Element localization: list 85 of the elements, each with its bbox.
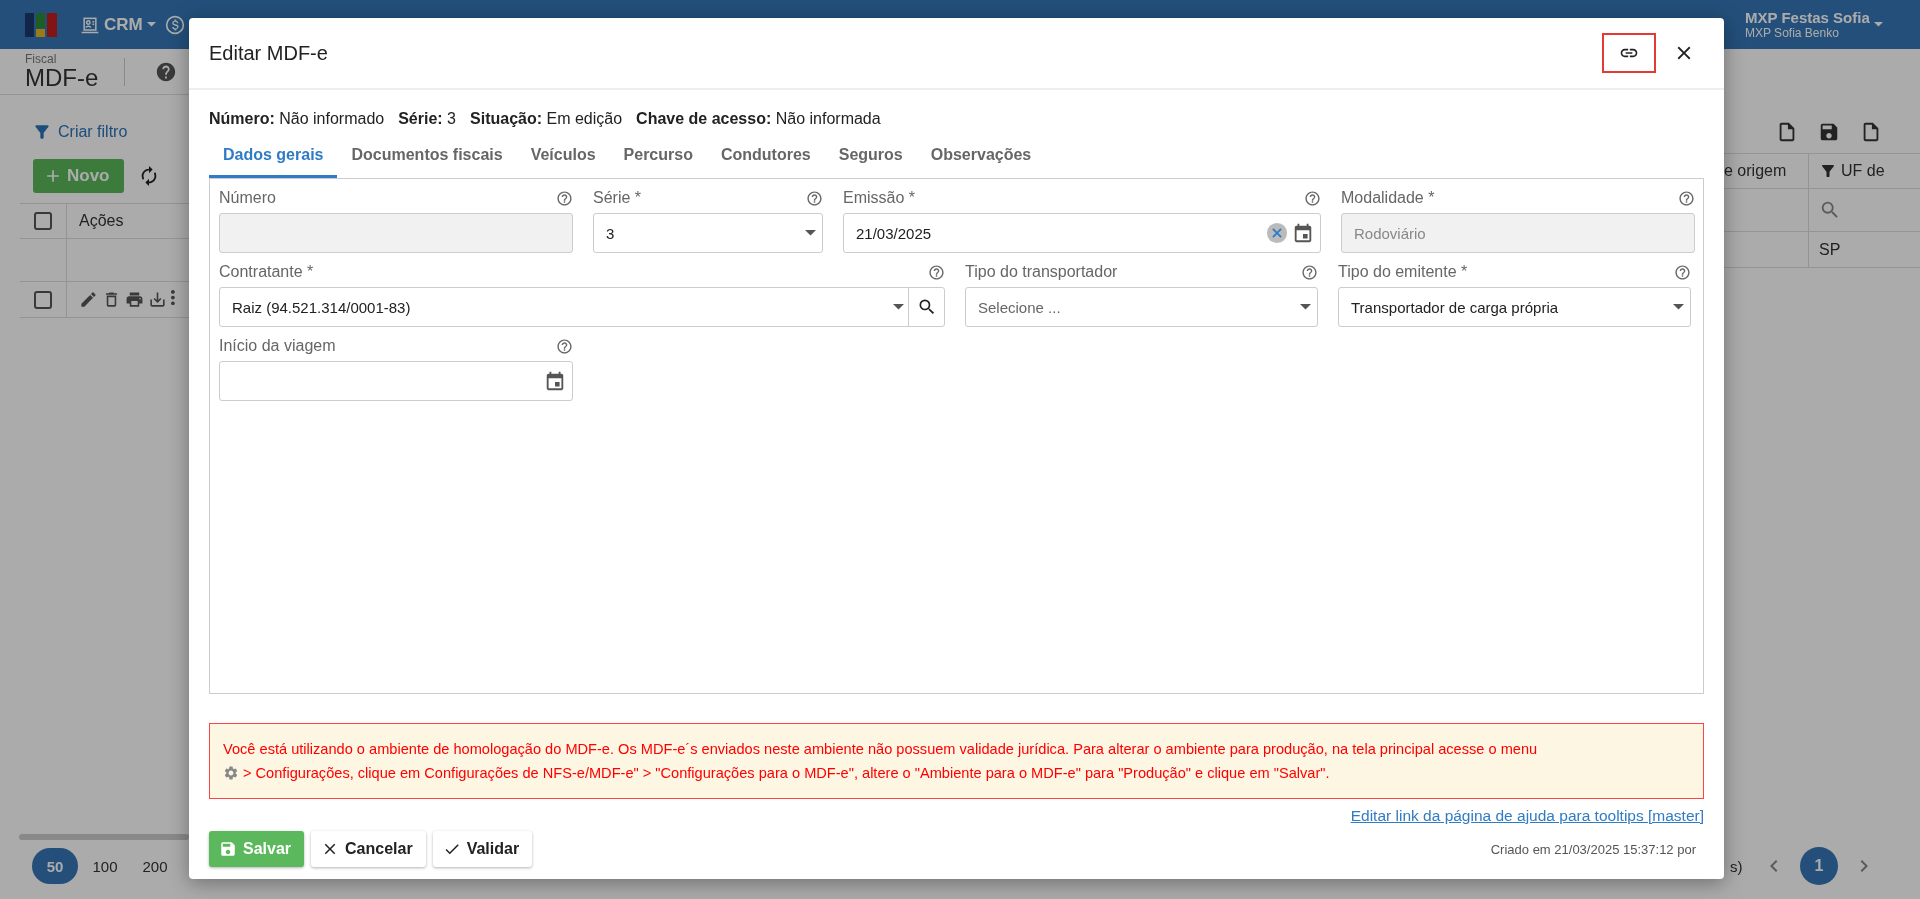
page-size-option[interactable]: 100 (82, 848, 128, 884)
help-icon (1674, 263, 1691, 281)
field-placeholder: Selecione ... (978, 298, 1062, 316)
date-field[interactable] (219, 361, 573, 401)
page-size-option[interactable]: 50 (32, 848, 78, 884)
field-label: Início da viagem (219, 337, 336, 355)
kebab-menu-icon (171, 290, 175, 306)
dropdown-caret-icon (893, 304, 904, 310)
dropdown-caret-icon (1673, 304, 1684, 310)
field-label: Emissão * (843, 189, 916, 207)
help-icon (928, 263, 945, 281)
select-field[interactable]: Transportador de carga própria (1338, 287, 1691, 327)
date-field[interactable]: 21/03/2025 (843, 213, 1321, 253)
tab[interactable]: Veículos (516, 134, 610, 178)
field-label: Modalidade * (1341, 189, 1435, 207)
save-icon (219, 840, 237, 858)
calendar-icon (544, 370, 566, 392)
cancel-button[interactable]: Cancelar (311, 831, 426, 867)
tab[interactable]: Observações (916, 134, 1046, 178)
help-link[interactable]: Editar link da página de ajuda para tooltips [master] (1350, 807, 1704, 825)
alert-text: Você está utilizando o ambiente de homologação do MDF-e. Os MDF-e´s enviados neste ambiente não possuem validade jurídica. Para alterar o ambiente para produção, na tela principal acesse o menu (223, 740, 1539, 759)
scrollbar[interactable] (19, 834, 189, 840)
help-icon (556, 189, 573, 207)
field-label: Série * (593, 189, 642, 207)
link-button[interactable] (1602, 33, 1656, 73)
help-icon (806, 189, 823, 207)
checkbox[interactable] (34, 290, 52, 309)
page-summary: s) (1730, 857, 1744, 875)
page-button[interactable]: 1 (1800, 847, 1838, 885)
printer-icon (125, 290, 144, 309)
clear-icon[interactable] (1266, 222, 1288, 244)
validate-button[interactable]: Validar (432, 831, 533, 867)
created-timestamp: Criado em 21/03/2025 15:37:12 por (1490, 841, 1696, 857)
alert-text: > Configurações, clique em Configurações de NFS-e/MDF-e" > "Configurações para o MDF-e", altere o "Ambiente para o MDF-e" para "Produção" e clique em "Salvar". (243, 764, 1330, 783)
help-icon (1678, 189, 1695, 207)
field-value: Rodoviário (1354, 224, 1427, 242)
pencil-icon (79, 290, 98, 309)
gear-icon (223, 765, 239, 781)
tab[interactable]: Dados gerais (209, 134, 338, 178)
crm-menu[interactable]: CRM (80, 14, 156, 35)
column-header: UF de (1841, 162, 1885, 180)
field-label: Contratante * (219, 263, 314, 281)
tab[interactable]: Seguros (824, 134, 917, 178)
info-item: Série: 3 (398, 110, 456, 128)
info-item: Número: Não informado (209, 110, 385, 128)
dollar-icon (163, 13, 186, 36)
breadcrumb: Fiscal (25, 52, 58, 65)
create-filter-link[interactable]: Criar filtro (58, 123, 128, 141)
caret-icon (146, 22, 156, 27)
dialog-title: Editar MDF-e (209, 41, 328, 65)
search-icon (1819, 199, 1841, 221)
info-item: Chave de acesso: Não informada (636, 110, 881, 128)
field-value: 21/03/2025 (856, 224, 933, 242)
field-label: Tipo do emitente * (1338, 263, 1468, 281)
tab[interactable]: Percurso (609, 134, 707, 178)
field-value: 3 (606, 224, 616, 242)
company-name: MXP Festas Sofia (1745, 9, 1870, 26)
column-header: Ações (78, 212, 124, 230)
page-size-option[interactable]: 200 (132, 848, 178, 884)
download-icon (148, 290, 167, 309)
table-cell: SP (1819, 240, 1841, 259)
tab[interactable]: Condutores (706, 134, 825, 178)
info-item: Situação: Em edição (470, 110, 623, 128)
calendar-icon (1292, 222, 1314, 244)
caret-icon (1873, 22, 1883, 27)
tab[interactable]: Documentos fiscais (337, 134, 517, 178)
field-value: Transportador de carga própria (1351, 298, 1560, 316)
field-label: Número (219, 189, 276, 207)
user-name: MXP Sofia Benko (1745, 26, 1840, 40)
select-field[interactable]: 3 (593, 213, 823, 253)
filter-icon (1819, 162, 1837, 180)
help-icon (155, 60, 178, 83)
field-label: Tipo do transportador (965, 263, 1118, 281)
logo-icon[interactable] (25, 12, 57, 37)
help-icon (1301, 263, 1318, 281)
dropdown-caret-icon (805, 230, 816, 236)
field-value: Raiz (94.521.314/0001-83) (232, 298, 412, 316)
help-icon (556, 337, 573, 355)
save-icon (1818, 121, 1840, 143)
dropdown-caret-icon (1300, 304, 1311, 310)
select-field[interactable]: Selecione ... (965, 287, 1318, 327)
help-icon (1304, 189, 1321, 207)
page-title: MDF-e (25, 64, 99, 91)
checkbox[interactable] (34, 212, 52, 230)
lookup-field[interactable]: Raiz (94.521.314/0001-83) (219, 287, 945, 327)
